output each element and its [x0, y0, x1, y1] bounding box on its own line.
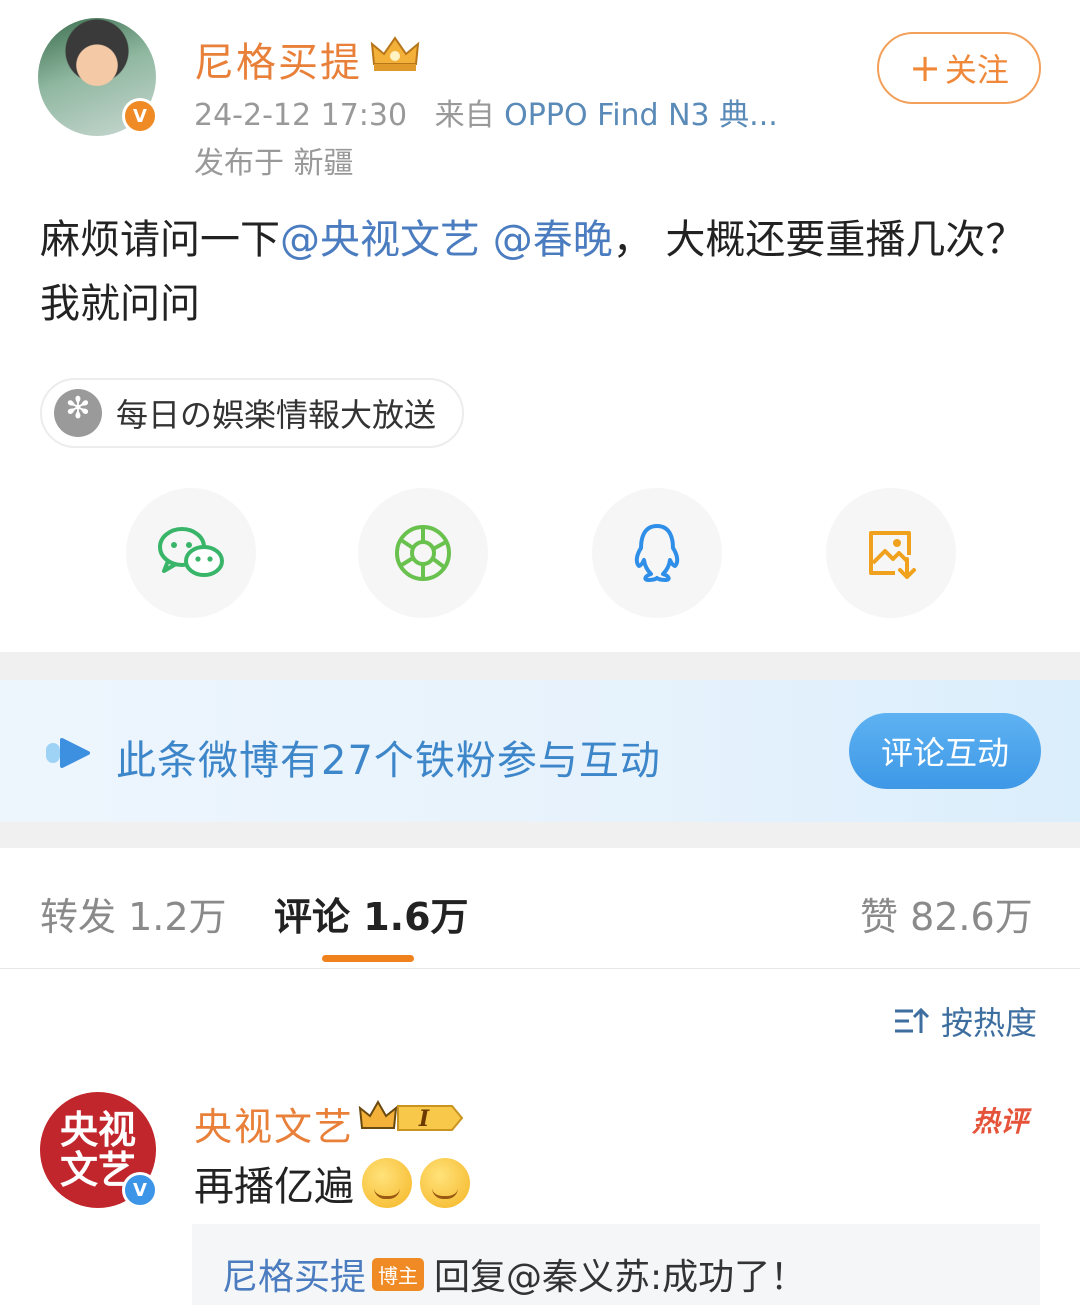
fan-banner-text: 此条微博有27个铁粉参与互动	[116, 738, 661, 784]
tab-repost[interactable]: 转发 1.2万	[40, 886, 227, 941]
reply-line: 尼格买提 博主 回复@秦义苏:成功了！	[222, 1248, 806, 1300]
verified-blue-icon: V	[122, 1172, 158, 1208]
author-name[interactable]: 尼格买提	[194, 30, 362, 88]
sort-label: 按热度	[941, 1004, 1038, 1042]
verified-icon: V	[122, 98, 158, 134]
share-wechat-button[interactable]	[126, 488, 256, 618]
active-tab-indicator	[322, 955, 414, 962]
follow-label: 关注	[944, 51, 1009, 89]
comment-avatar[interactable]: 央视 文艺 V	[40, 1092, 158, 1208]
topic-flower-icon	[54, 389, 102, 437]
topic-chip[interactable]: 每日の娯楽情報大放送	[40, 378, 465, 448]
sort-by-hot-button[interactable]: 按热度	[893, 998, 1037, 1044]
share-qq-button[interactable]	[592, 488, 722, 618]
crown-badge-icon	[370, 36, 420, 71]
mention-link[interactable]: @春晚	[493, 217, 613, 263]
mention-link[interactable]: @央视文艺	[280, 217, 480, 263]
post-content: 麻烦请问一下@央视文艺 @春晚， 大概还要重播几次？我就问问	[40, 208, 1040, 336]
source-prefix: 来自	[434, 98, 495, 133]
share-moments-button[interactable]	[358, 488, 488, 618]
post-location: 发布于 新疆	[194, 146, 354, 181]
wechat-icon	[158, 527, 224, 577]
svg-text:I: I	[418, 1106, 430, 1132]
post-text-start: 麻烦请问一下	[40, 217, 280, 263]
post-timestamp: 24-2-12 17:30	[194, 98, 408, 133]
reply-author[interactable]: 尼格买提	[222, 1248, 366, 1300]
save-image-icon	[869, 531, 916, 579]
hot-comment-tag: 热评	[972, 1105, 1029, 1138]
source-device[interactable]: OPPO Find N3 典...	[504, 98, 778, 133]
section-divider	[0, 652, 1080, 680]
tab-comment[interactable]: 评论 1.6万	[274, 886, 469, 941]
topic-label: 每日の娯楽情報大放送	[116, 396, 437, 434]
moments-icon	[395, 525, 451, 581]
emoji-icon	[420, 1158, 470, 1208]
play-dots-icon	[46, 738, 90, 768]
emoji-icon	[362, 1158, 412, 1208]
tab-divider	[0, 968, 1080, 969]
follow-button[interactable]: + 关注	[877, 32, 1041, 104]
author-avatar[interactable]: V	[38, 18, 158, 136]
reply-text: 回复@秦义苏:成功了！	[434, 1257, 807, 1298]
post-meta: 24-2-12 17:30 来自 OPPO Find N3 典...	[194, 90, 778, 134]
comment-text: 再播亿遍	[194, 1164, 354, 1210]
plus-icon: +	[909, 46, 941, 90]
level-badge-icon: I	[358, 1099, 464, 1132]
comment-interact-button[interactable]: 评论互动	[849, 713, 1041, 789]
sort-icon	[895, 1007, 929, 1033]
section-divider	[0, 822, 1080, 848]
owner-badge: 博主	[372, 1257, 425, 1291]
comment-author[interactable]: 央视文艺	[194, 1096, 354, 1151]
tab-like[interactable]: 赞 82.6万	[860, 886, 1033, 941]
logo-line-1: 央视	[59, 1108, 136, 1152]
qq-icon	[634, 524, 680, 582]
comment-content: 再播亿遍	[194, 1154, 470, 1212]
save-image-button[interactable]	[826, 488, 956, 618]
